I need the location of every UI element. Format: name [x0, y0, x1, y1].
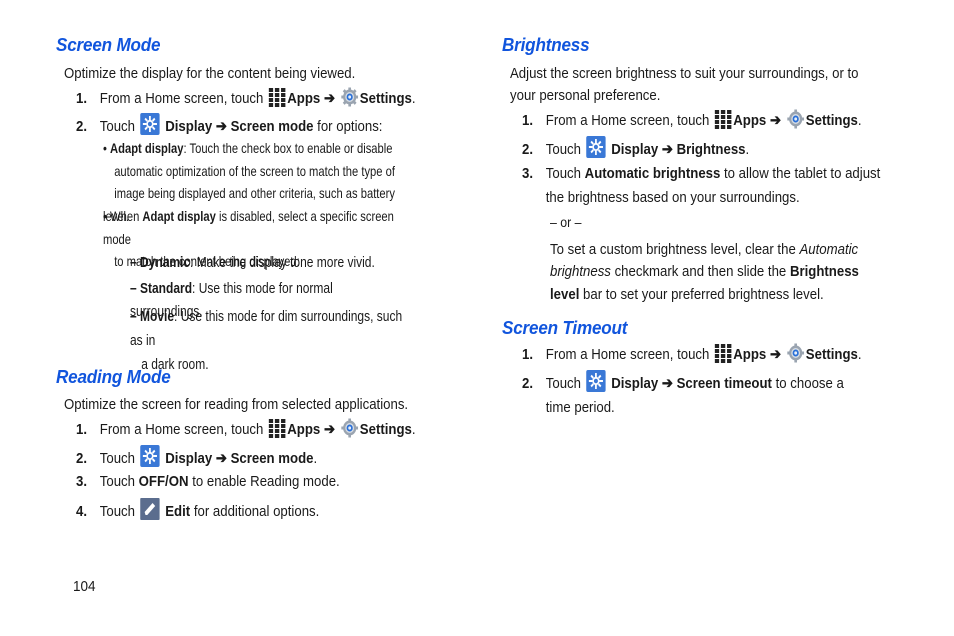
- arrow-icon: ➔: [769, 112, 782, 129]
- reading-mode-step-1: 1. From a Home screen, touch Apps ➔ Setti…: [76, 418, 416, 441]
- edit-pencil-icon: [140, 498, 160, 520]
- settings-gear-icon: [786, 109, 804, 129]
- custom-brightness-line-2: brightness checkmark and then slide the …: [550, 263, 859, 280]
- brightness-heading: Brightness: [502, 35, 590, 55]
- reading-mode-intro: Optimize the screen for reading from sel…: [64, 396, 409, 413]
- reading-mode-step-4: 4. Touch Edit for additional options.: [76, 498, 319, 523]
- settings-gear-icon: [340, 87, 358, 107]
- arrow-icon: ➔: [323, 421, 336, 438]
- display-brightness-icon: [586, 370, 606, 392]
- step-number: 1.: [522, 112, 534, 129]
- screen-mode-step-1: 1. From a Home screen, touch Apps ➔ Setti…: [76, 87, 416, 110]
- settings-gear-icon: [340, 418, 358, 438]
- step-number: 2.: [76, 118, 88, 135]
- page-number: 104: [73, 578, 96, 595]
- arrow-icon: ➔: [661, 375, 673, 392]
- reading-mode-heading: Reading Mode: [56, 367, 171, 387]
- step-number: 3.: [76, 473, 88, 490]
- step-number: 1.: [76, 90, 88, 107]
- step-number: 1.: [522, 346, 534, 363]
- brightness-step-3: 3. Touch Automatic brightness to allow th…: [522, 162, 880, 210]
- apps-grid-icon: [268, 88, 286, 107]
- step-number: 4.: [76, 503, 88, 520]
- step-number: 1.: [76, 421, 88, 438]
- reading-mode-step-3: 3. Touch OFF/ON to enable Reading mode.: [76, 471, 340, 493]
- reading-mode-step-2: 2. Touch Display ➔ Screen mode.: [76, 445, 317, 470]
- screen-mode-step-2: 2. Touch Display ➔ Screen mode for option…: [76, 113, 382, 138]
- bullet-icon: •: [103, 208, 111, 224]
- screen-timeout-step-1: 1. From a Home screen, touch Apps ➔ Setti…: [522, 343, 862, 366]
- step-number: 2.: [76, 450, 88, 467]
- brightness-step-2: 2. Touch Display ➔ Brightness.: [522, 136, 749, 161]
- brightness-intro-line-1: Adjust the screen brightness to suit you…: [510, 65, 859, 82]
- arrow-icon: ➔: [215, 118, 227, 135]
- mode-movie: – Movie: Use this mode for dim surroundi…: [130, 308, 403, 373]
- display-brightness-icon: [140, 113, 160, 135]
- screen-timeout-step-2: 2. Touch Display ➔ Screen timeout to choo…: [522, 370, 844, 420]
- apps-grid-icon: [714, 110, 732, 129]
- screen-mode-heading: Screen Mode: [56, 35, 161, 55]
- brightness-step-1: 1. From a Home screen, touch Apps ➔ Setti…: [522, 109, 862, 132]
- apps-grid-icon: [268, 419, 286, 438]
- screen-mode-intro: Optimize the display for the content bei…: [64, 65, 356, 82]
- brightness-intro-line-2: your personal preference.: [510, 87, 661, 104]
- bullet-icon: •: [103, 140, 111, 156]
- apps-grid-icon: [714, 344, 732, 363]
- screen-timeout-heading: Screen Timeout: [502, 318, 628, 338]
- display-brightness-icon: [140, 445, 160, 467]
- arrow-icon: ➔: [323, 90, 336, 107]
- custom-brightness-line-3: level bar to set your preferred brightne…: [550, 286, 824, 303]
- arrow-icon: ➔: [769, 346, 782, 363]
- step-number: 2.: [522, 141, 534, 158]
- arrow-icon: ➔: [215, 450, 227, 467]
- arrow-icon: ➔: [661, 141, 673, 158]
- or-separator: – or –: [550, 214, 582, 230]
- settings-gear-icon: [786, 343, 804, 363]
- mode-dynamic: – Dynamic: Make the display tone more vi…: [130, 254, 375, 271]
- custom-brightness-line-1: To set a custom brightness level, clear …: [550, 241, 859, 258]
- display-brightness-icon: [586, 136, 606, 158]
- step-number: 2.: [522, 375, 534, 392]
- step-number: 3.: [522, 165, 534, 182]
